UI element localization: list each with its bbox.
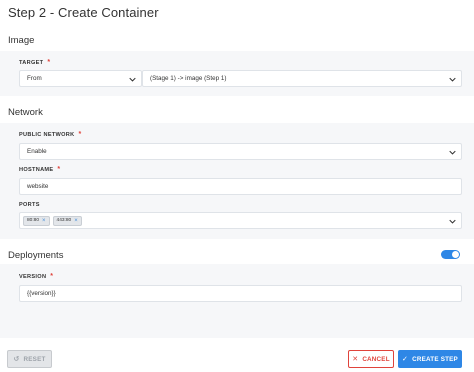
- version-label: VERSION *: [19, 273, 54, 280]
- create-step-button[interactable]: ✓ CREATE STEP: [398, 350, 462, 368]
- page-title: Step 2 - Create Container: [8, 5, 159, 20]
- hostname-value: website: [27, 183, 49, 190]
- deployments-section-title: Deployments: [8, 250, 64, 261]
- chevron-down-icon: [129, 77, 136, 82]
- chevron-down-icon: [449, 219, 456, 224]
- close-icon[interactable]: ×: [74, 218, 78, 224]
- target-image-select[interactable]: (Stage 1) -> image (Step 1): [142, 70, 462, 87]
- version-value: {{version}}: [27, 290, 56, 297]
- target-source-select[interactable]: From: [19, 70, 142, 87]
- check-icon: ✓: [402, 356, 409, 363]
- cancel-button-label: CANCEL: [362, 355, 390, 363]
- network-section-title: Network: [8, 107, 43, 118]
- target-image-value: (Stage 1) -> image (Step 1): [150, 75, 227, 82]
- public-network-select[interactable]: Enable: [19, 143, 462, 160]
- close-icon[interactable]: ×: [42, 218, 46, 224]
- close-icon: ✕: [352, 356, 359, 363]
- create-step-button-label: CREATE STEP: [412, 355, 458, 363]
- ports-multiselect[interactable]: 80:80 × 443:80 ×: [19, 212, 462, 229]
- chevron-down-icon: [449, 77, 456, 82]
- toggle-knob: [452, 251, 459, 258]
- reset-button[interactable]: ↺ RESET: [7, 350, 52, 368]
- target-label: TARGET *: [19, 59, 51, 66]
- public-network-label: PUBLIC NETWORK *: [19, 131, 82, 138]
- port-chip: 443:80 ×: [52, 215, 82, 226]
- version-input[interactable]: {{version}}: [19, 285, 462, 302]
- port-chip: 80:80 ×: [23, 215, 50, 226]
- ports-label: PORTS: [19, 202, 40, 208]
- reset-button-label: RESET: [23, 355, 46, 363]
- target-source-value: From: [27, 75, 42, 82]
- image-section-title: Image: [8, 35, 35, 46]
- chevron-down-icon: [449, 150, 456, 155]
- reset-icon: ↺: [13, 356, 20, 363]
- deployments-toggle[interactable]: [441, 250, 460, 259]
- cancel-button[interactable]: ✕ CANCEL: [348, 350, 394, 368]
- hostname-label: HOSTNAME *: [19, 166, 61, 173]
- public-network-value: Enable: [27, 148, 47, 155]
- hostname-input[interactable]: website: [19, 178, 462, 195]
